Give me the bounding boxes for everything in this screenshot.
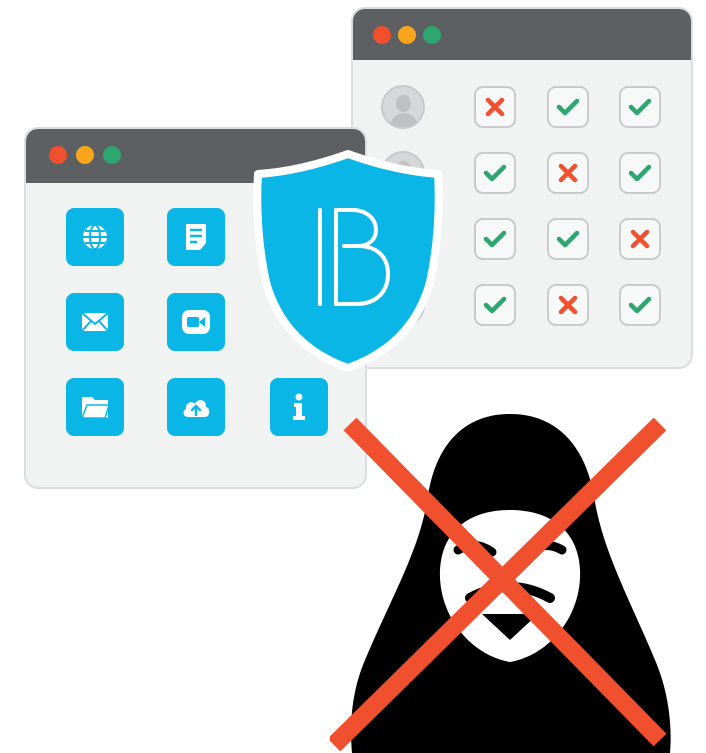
user-avatar: [381, 85, 425, 129]
minimize-dot-icon[interactable]: [76, 146, 94, 164]
cloud-upload-icon[interactable]: [167, 378, 225, 436]
document-icon[interactable]: [167, 208, 225, 266]
check-icon[interactable]: [474, 152, 516, 194]
check-icon[interactable]: [547, 86, 589, 128]
cross-icon[interactable]: [619, 218, 661, 260]
mail-icon[interactable]: [66, 293, 124, 351]
close-dot-icon[interactable]: [373, 26, 391, 44]
close-dot-icon[interactable]: [49, 146, 67, 164]
check-icon[interactable]: [474, 218, 516, 260]
check-icon[interactable]: [619, 86, 661, 128]
maximize-dot-icon[interactable]: [103, 146, 121, 164]
maximize-dot-icon[interactable]: [423, 26, 441, 44]
check-icon[interactable]: [547, 218, 589, 260]
video-icon[interactable]: [167, 293, 225, 351]
hacker-icon: [330, 414, 671, 753]
info-icon[interactable]: [270, 378, 328, 436]
cross-icon[interactable]: [547, 284, 589, 326]
cross-icon[interactable]: [547, 152, 589, 194]
check-icon[interactable]: [619, 152, 661, 194]
shield-icon: [253, 150, 443, 372]
folder-icon[interactable]: [66, 378, 124, 436]
check-icon[interactable]: [474, 284, 516, 326]
cross-icon[interactable]: [474, 86, 516, 128]
permissions-window-titlebar: [353, 9, 691, 60]
globe-icon[interactable]: [66, 208, 124, 266]
minimize-dot-icon[interactable]: [398, 26, 416, 44]
check-icon[interactable]: [619, 284, 661, 326]
